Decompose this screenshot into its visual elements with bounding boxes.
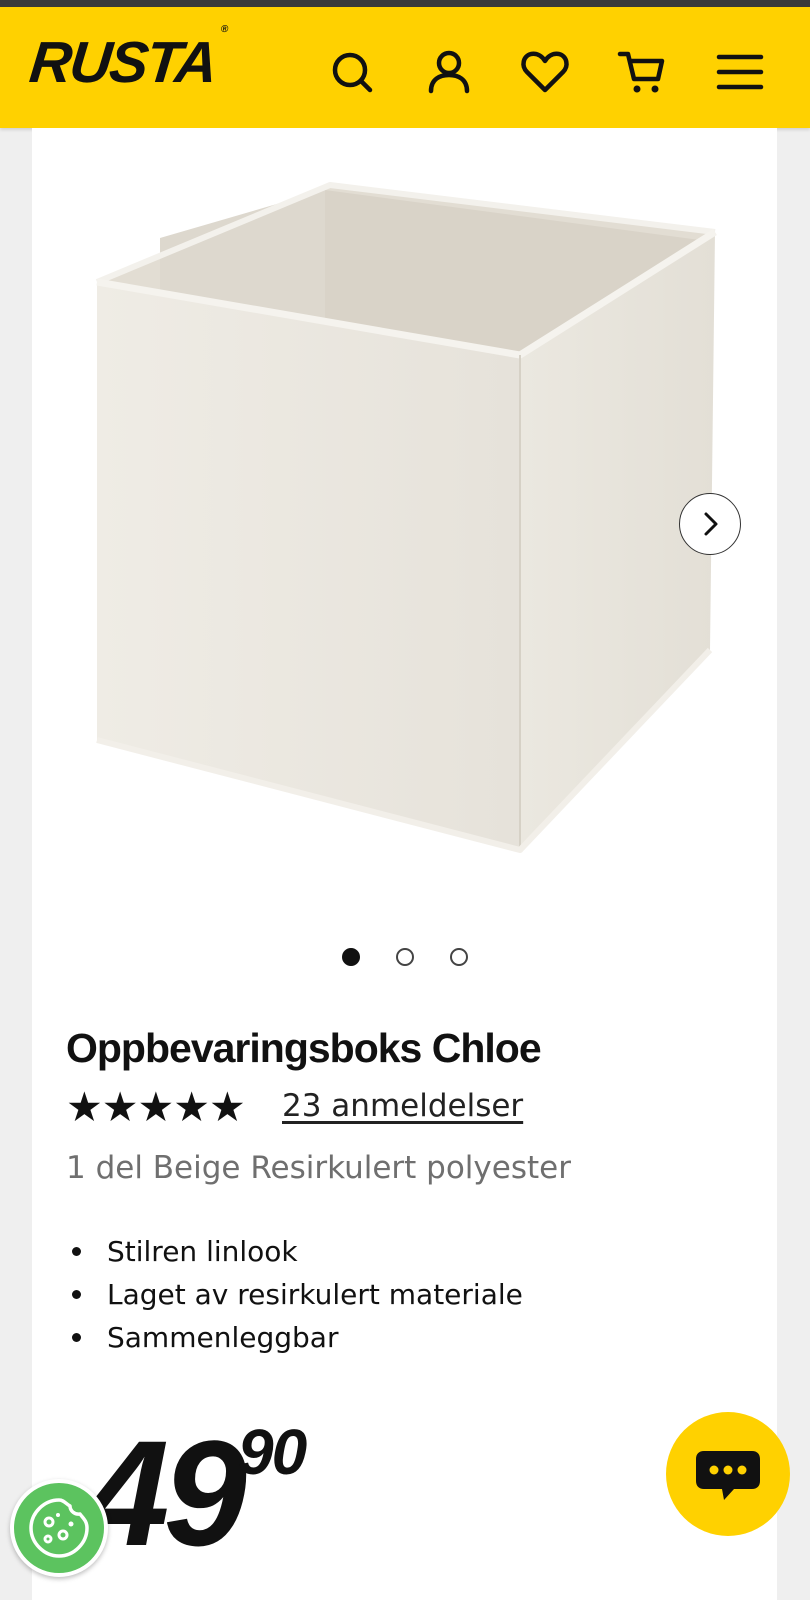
cart-button[interactable] <box>616 45 670 99</box>
chat-button[interactable] <box>666 1412 790 1536</box>
product-variant: 1 del Beige Resirkulert polyester <box>66 1150 571 1186</box>
cookie-settings-button[interactable] <box>10 1479 108 1577</box>
logo-text: RUSTA <box>26 30 219 95</box>
gallery-dot-1[interactable] <box>342 948 360 966</box>
reviews-link[interactable]: 23 anmeldelser <box>282 1088 523 1124</box>
search-button[interactable] <box>326 45 380 99</box>
rating-stars: ★★★★★ <box>66 1083 246 1131</box>
cookie-icon <box>29 1498 89 1558</box>
gallery-dot-2[interactable] <box>396 948 414 966</box>
account-icon <box>428 50 470 94</box>
status-bar <box>0 0 810 7</box>
product-price: 49 90 <box>86 1418 307 1568</box>
feature-item: Laget av resirkulert materiale <box>66 1273 523 1316</box>
menu-icon <box>716 54 764 90</box>
account-button[interactable] <box>422 45 476 99</box>
feature-list: Stilren linlook Laget av resirkulert mat… <box>66 1230 523 1359</box>
favorites-button[interactable] <box>518 45 572 99</box>
rusta-logo[interactable]: RUSTA® <box>26 24 227 96</box>
feature-item: Sammenleggbar <box>66 1316 523 1359</box>
chat-bubble-icon <box>696 1451 760 1500</box>
site-header: RUSTA® <box>0 7 810 128</box>
next-image-button[interactable] <box>679 493 741 555</box>
product-image[interactable] <box>60 170 740 890</box>
chevron-right-icon <box>704 512 718 536</box>
feature-item: Stilren linlook <box>66 1230 523 1273</box>
gallery-dot-3[interactable] <box>450 948 468 966</box>
search-icon <box>332 52 373 93</box>
price-decimal: 90 <box>238 1416 307 1488</box>
heart-icon <box>521 51 569 93</box>
menu-button[interactable] <box>713 45 767 99</box>
cart-icon <box>617 51 665 93</box>
product-title: Oppbevaringsboks Chloe <box>66 1025 542 1071</box>
price-integer: 49 <box>86 1409 247 1577</box>
